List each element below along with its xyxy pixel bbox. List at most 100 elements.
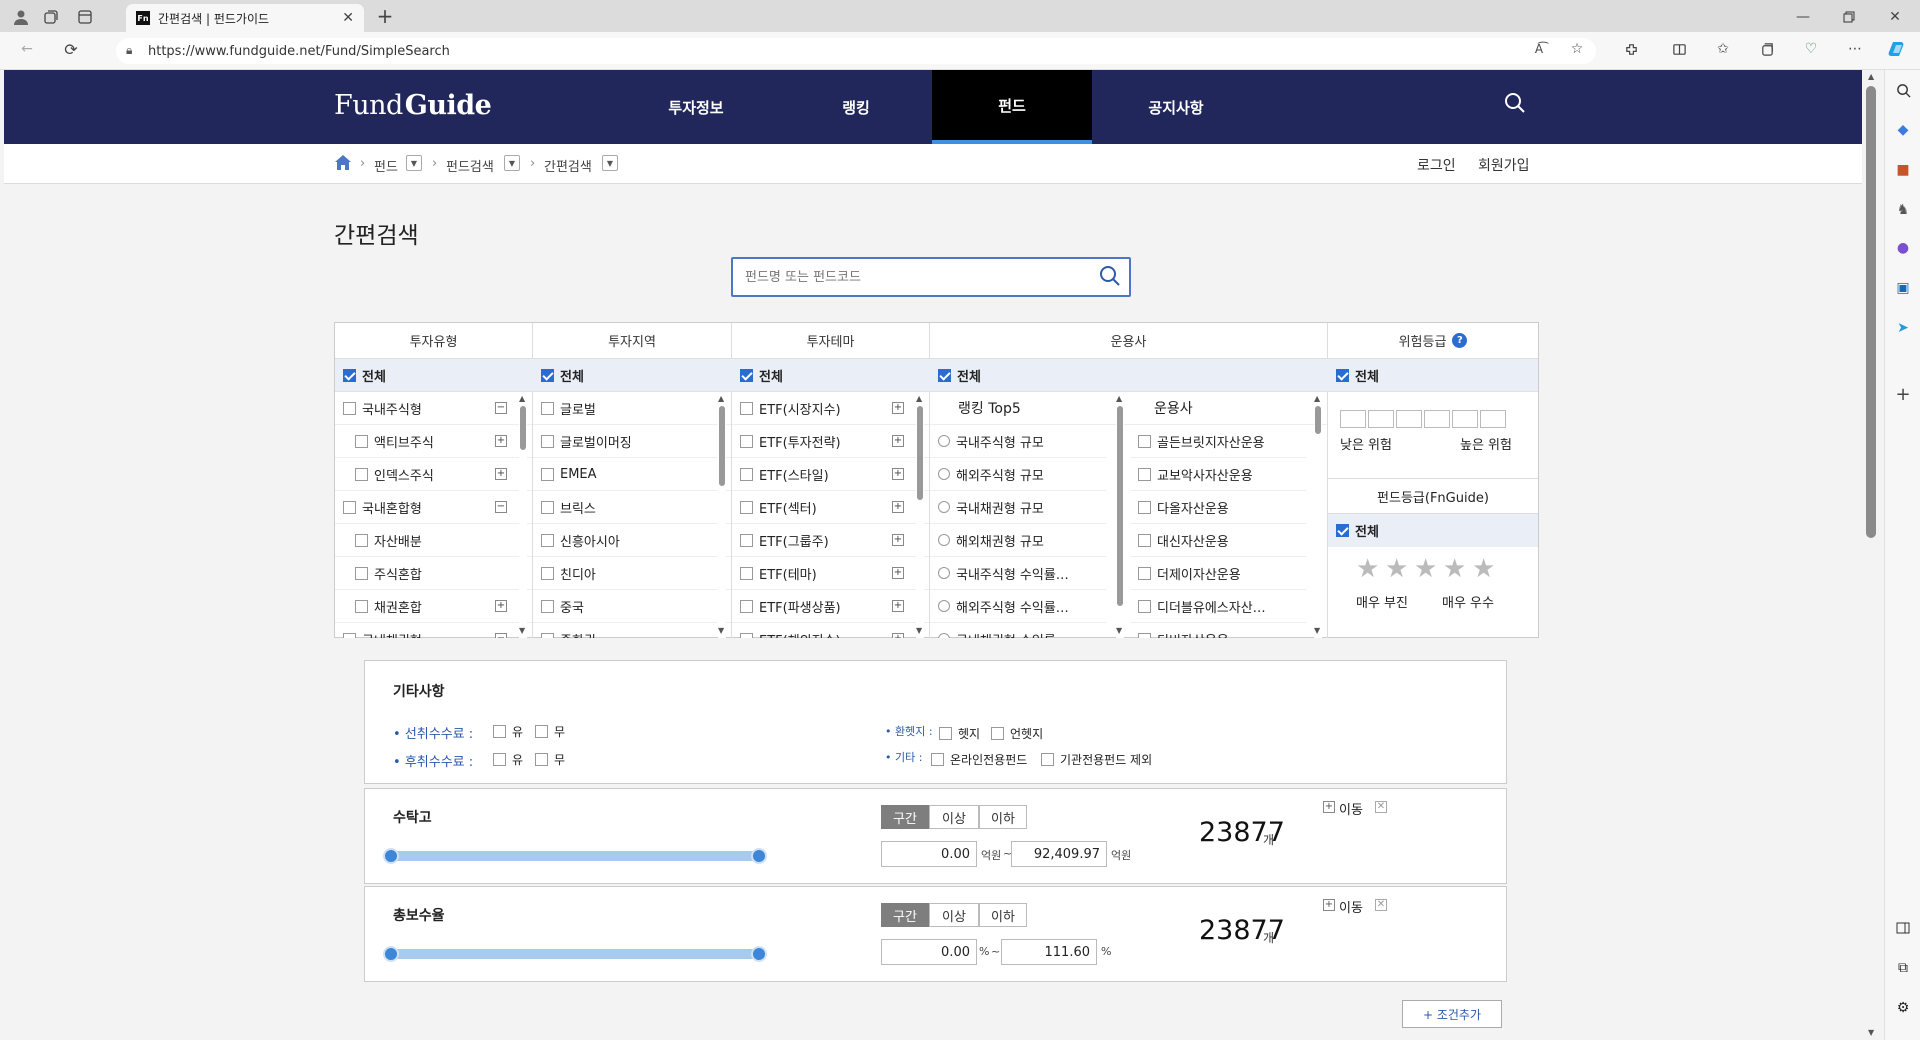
checkbox-icon[interactable] [541,401,554,415]
fee-below-button[interactable]: 이하 [979,903,1027,927]
risk-level-box-6[interactable] [1480,410,1506,428]
list-item[interactable]: 해외주식형 수익률… [930,590,1106,623]
list-item[interactable]: ETF(섹터) + [732,491,929,524]
expand-icon[interactable]: + [892,534,904,546]
collections-icon[interactable] [1756,38,1778,60]
profile-icon[interactable] [10,6,32,28]
checkbox-icon[interactable] [541,500,554,514]
search-icon[interactable] [1099,265,1121,291]
list-item[interactable]: 인덱스주식 + [335,458,532,491]
checkbox-checked-icon[interactable] [938,368,951,382]
fund-search-input[interactable] [733,259,1073,295]
expand-icon[interactable]: + [892,633,904,638]
checkbox-icon[interactable] [541,467,554,481]
list-item[interactable]: 더제이자산운용 [1130,557,1306,590]
list-item[interactable]: 국내주식형 − [335,392,532,425]
list-item[interactable]: 브릭스 [533,491,731,524]
manager-all[interactable]: 전체 [930,359,1328,392]
list-item[interactable]: 디비자산운용 [1130,623,1306,638]
tab-actions-icon[interactable] [74,6,96,28]
signup-link[interactable]: 회원가입 [1478,155,1530,175]
collapse-icon[interactable]: − [495,402,507,414]
back-icon[interactable]: ← [16,38,38,60]
scroll-down-icon[interactable]: ▼ [1868,1028,1874,1037]
list-item[interactable]: ETF(시장지수) + [732,392,929,425]
checkbox-icon[interactable] [740,401,753,415]
checkbox-icon[interactable] [740,566,753,580]
list-item[interactable]: ETF(그룹주) + [732,524,929,557]
checkbox-icon[interactable] [740,599,753,613]
checkbox-icon[interactable] [541,434,554,448]
read-aloud-icon[interactable]: A͡ [1528,38,1550,60]
star-icon[interactable]: ★ [1414,554,1437,584]
checkbox-checked-icon[interactable] [1336,524,1349,537]
scroll-up-icon[interactable]: ▲ [1868,72,1874,81]
checkbox-icon[interactable] [1138,533,1151,547]
home-icon[interactable] [334,154,352,175]
checkbox-icon[interactable] [535,753,548,766]
expand-icon[interactable]: + [892,600,904,612]
list-item[interactable]: 채권혼합 + [335,590,532,623]
list-item[interactable]: 자산배분 [335,524,532,557]
checkbox-checked-icon[interactable] [541,368,554,382]
gear-icon[interactable]: ⚙ [1891,996,1915,1020]
checkbox-icon[interactable] [541,632,554,638]
star-icon[interactable]: ★ [1385,554,1408,584]
checkbox-icon[interactable] [1138,500,1151,514]
radio-icon[interactable] [938,534,950,546]
aum-slider-track[interactable] [391,851,765,861]
invest-type-scrollbar[interactable]: ▲ ▼ [519,392,527,638]
checkbox-icon[interactable] [740,434,753,448]
aum-min-input[interactable]: 0.00 [881,841,977,867]
expand-icon[interactable]: + [892,402,904,414]
outlook-icon[interactable]: ▣ [1891,276,1915,300]
aum-max-input[interactable]: 92,409.97 [1011,841,1107,867]
star-icon[interactable]: ★ [1472,554,1495,584]
nav-ranking[interactable]: 랭킹 [776,70,936,144]
list-item[interactable]: 친디아 [533,557,731,590]
close-tab-icon[interactable]: ✕ [342,10,354,26]
radio-icon[interactable] [938,435,950,447]
nav-fund[interactable]: 펀드 [932,70,1092,144]
breadcrumb-fund-search[interactable]: 펀드검색 [446,156,494,175]
list-item[interactable]: 국내주식형 규모 [930,425,1106,458]
risk-all[interactable]: 전체 [1328,359,1538,392]
restore-icon[interactable] [1838,6,1860,28]
login-link[interactable]: 로그인 [1417,155,1456,175]
invest-theme-scrollbar[interactable]: ▲ ▼ [916,392,924,638]
help-icon[interactable]: ? [1452,333,1468,348]
unhedge-option[interactable]: 언헷지 [991,725,1043,742]
move-plus-icon[interactable]: + [1323,899,1335,911]
search-icon[interactable] [1504,92,1528,116]
list-item[interactable]: ETF(테마) + [732,557,929,590]
list-item[interactable]: 글로벌이머징 [533,425,731,458]
collapse-icon[interactable]: − [495,501,507,513]
checkbox-icon[interactable] [1138,599,1151,613]
drop-icon[interactable]: ➤ [1891,316,1915,340]
fund-grade-all[interactable]: 전체 [1328,514,1538,547]
fee-slider-track[interactable] [391,949,765,959]
close-icon[interactable]: ✕ [1375,899,1387,911]
list-item[interactable]: ETF(파생상품) + [732,590,929,623]
invest-type-all[interactable]: 전체 [335,359,533,392]
front-fee-yes[interactable]: 유 [493,723,523,740]
expand-icon[interactable]: + [495,468,507,480]
page-scrollbar-thumb[interactable] [1866,86,1876,538]
list-item[interactable]: 디더블유에스자산… [1130,590,1306,623]
settings-more-icon[interactable]: ⋯ [1844,38,1866,60]
sidebar-layout-icon[interactable] [1891,916,1915,940]
back-fee-no[interactable]: 무 [535,751,565,768]
move-plus-icon[interactable]: + [1323,801,1335,813]
checkbox-icon[interactable] [931,753,944,766]
checkbox-icon[interactable] [939,727,952,740]
checkbox-icon[interactable] [740,533,753,547]
add-sidebar-app-icon[interactable]: + [1891,382,1915,406]
invest-region-scrollbar[interactable]: ▲ ▼ [718,392,726,638]
radio-icon[interactable] [938,468,950,480]
checkbox-icon[interactable] [991,727,1004,740]
shopping-tag-icon[interactable]: ◆ [1891,118,1915,142]
checkbox-icon[interactable] [541,533,554,547]
checkbox-icon[interactable] [355,467,368,481]
expand-icon[interactable]: + [495,600,507,612]
risk-level-box-3[interactable] [1396,410,1422,428]
